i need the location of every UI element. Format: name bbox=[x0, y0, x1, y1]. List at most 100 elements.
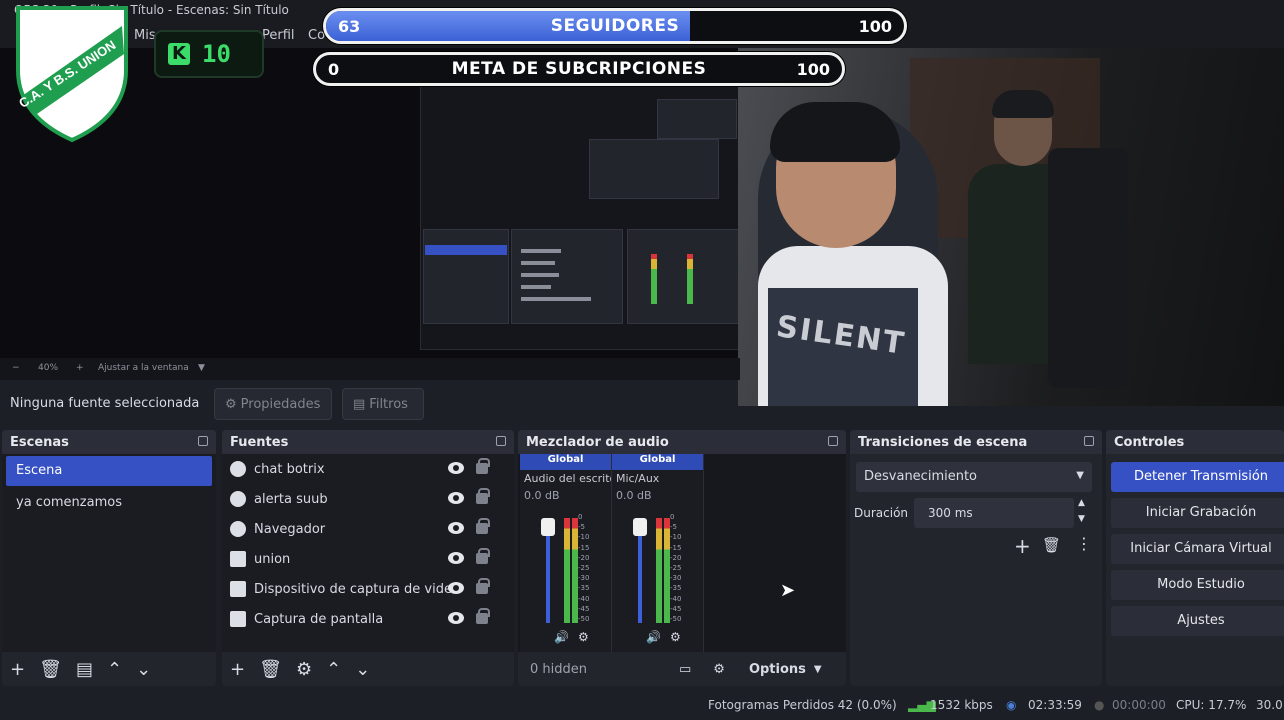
settings-button[interactable]: Ajustes bbox=[1111, 606, 1284, 636]
source-name: alerta suub bbox=[254, 491, 328, 507]
zoom-fit-select[interactable]: Ajustar a la ventana bbox=[98, 363, 189, 373]
lock-icon[interactable] bbox=[476, 488, 490, 504]
scene-item[interactable]: Escena bbox=[6, 456, 212, 486]
channel-db: 0.0 dB bbox=[524, 489, 560, 502]
add-icon[interactable]: + bbox=[10, 659, 25, 680]
lock-icon[interactable] bbox=[476, 518, 490, 534]
status-bar: Fotogramas Perdidos 42 (0.0%) ▂▄▆ 1532 k… bbox=[0, 690, 1284, 720]
menu-item-mis[interactable]: Mis bbox=[134, 28, 156, 43]
undock-icon[interactable] bbox=[828, 436, 838, 446]
mixer-settings-icon[interactable]: ⚙ bbox=[670, 630, 681, 644]
eye-icon[interactable] bbox=[448, 492, 464, 504]
channel-name[interactable]: Mic/Aux bbox=[612, 470, 703, 487]
spin-up-icon[interactable]: ▲ bbox=[1078, 498, 1085, 508]
layout-icon[interactable]: ▭ bbox=[679, 662, 691, 677]
cpu-usage: CPU: 17.7% bbox=[1176, 698, 1247, 712]
source-name: Dispositivo de captura de video bbox=[254, 581, 460, 597]
studio-mode-button[interactable]: Modo Estudio bbox=[1111, 570, 1284, 600]
globe-icon bbox=[230, 521, 246, 537]
globe-icon bbox=[230, 461, 246, 477]
source-item[interactable]: chat botrix bbox=[222, 454, 514, 484]
kick-counter: K 10 bbox=[154, 30, 264, 78]
followers-goal-bar: 63 SEGUIDORES 100 bbox=[323, 8, 907, 44]
eye-icon[interactable] bbox=[448, 582, 464, 594]
duration-value: 300 ms bbox=[928, 506, 973, 520]
spin-down-icon[interactable]: ▼ bbox=[1078, 514, 1085, 524]
sources-dock: Fuentes chat botrix alerta suub Navegado… bbox=[222, 430, 514, 686]
eye-icon[interactable] bbox=[448, 522, 464, 534]
start-virtual-camera-button[interactable]: Iniciar Cámara Virtual bbox=[1111, 534, 1284, 564]
speaker-icon[interactable]: 🔊 bbox=[554, 630, 569, 644]
duration-label: Duración bbox=[854, 506, 909, 520]
move-up-icon[interactable]: ⌃ bbox=[107, 659, 122, 680]
lock-icon[interactable] bbox=[476, 578, 490, 594]
context-bar: Ninguna fuente seleccionada ⚙ Propiedade… bbox=[0, 382, 740, 426]
add-icon[interactable]: + bbox=[1014, 534, 1031, 558]
selected-source-label: Ninguna fuente seleccionada bbox=[10, 396, 200, 411]
duration-input[interactable]: 300 ms bbox=[914, 498, 1074, 528]
source-item[interactable]: Navegador bbox=[222, 514, 514, 544]
mixer-title: Mezclador de audio bbox=[526, 435, 669, 450]
dropped-frames: Fotogramas Perdidos 42 (0.0%) bbox=[708, 698, 897, 712]
record-time: 00:00:00 bbox=[1112, 698, 1166, 712]
properties-button[interactable]: ⚙ Propiedades bbox=[214, 388, 332, 420]
channel-scope: Global bbox=[520, 454, 611, 470]
fader-knob[interactable] bbox=[541, 518, 555, 536]
fps: 30.0 bbox=[1256, 698, 1283, 712]
trash-icon[interactable]: 🗑 bbox=[39, 659, 62, 680]
stream-time: 02:33:59 bbox=[1028, 698, 1082, 712]
chevron-down-icon[interactable]: ▼ bbox=[814, 664, 822, 675]
speaker-icon[interactable]: 🔊 bbox=[646, 630, 661, 644]
add-icon[interactable]: + bbox=[230, 659, 245, 680]
menu-item-perfil[interactable]: Perfil bbox=[262, 28, 295, 43]
source-item[interactable]: Dispositivo de captura de video bbox=[222, 574, 514, 604]
transitions-title: Transiciones de escena bbox=[858, 435, 1028, 450]
level-meter bbox=[656, 518, 662, 623]
volume-fader[interactable] bbox=[633, 518, 647, 623]
chevron-down-icon[interactable]: ▼ bbox=[198, 363, 205, 373]
source-item[interactable]: alerta suub bbox=[222, 484, 514, 514]
source-name: chat botrix bbox=[254, 461, 325, 477]
filters-label: Filtros bbox=[369, 396, 408, 412]
zoom-in-button[interactable]: + bbox=[76, 363, 84, 373]
mixer-settings-icon[interactable]: ⚙ bbox=[578, 630, 589, 644]
monitor-icon bbox=[230, 611, 246, 627]
gear-icon[interactable]: ⚙ bbox=[713, 662, 725, 677]
trash-icon[interactable]: 🗑 bbox=[259, 659, 282, 680]
channel-name[interactable]: Audio del escritorio bbox=[520, 470, 611, 487]
gear-icon[interactable]: ⚙ bbox=[296, 659, 312, 680]
volume-fader[interactable] bbox=[541, 518, 555, 623]
controls-title: Controles bbox=[1114, 435, 1185, 450]
stop-streaming-button[interactable]: Detener Transmisión bbox=[1111, 462, 1284, 492]
more-icon[interactable]: ⋮ bbox=[1076, 534, 1092, 553]
source-item[interactable]: union bbox=[222, 544, 514, 574]
move-down-icon[interactable]: ⌄ bbox=[136, 659, 151, 680]
move-down-icon[interactable]: ⌄ bbox=[355, 659, 370, 680]
person-foreground: SILENT bbox=[758, 102, 948, 406]
transition-select[interactable]: Desvanecimiento ▼ bbox=[856, 462, 1092, 492]
start-recording-button[interactable]: Iniciar Grabación bbox=[1111, 498, 1284, 528]
mixer-channel-mic: Global Mic/Aux 0.0 dB 0 -5 -10 -15 -20 -25 -30… bbox=[612, 454, 704, 652]
trash-icon[interactable]: 🗑 bbox=[1042, 536, 1061, 554]
lock-icon[interactable] bbox=[476, 458, 490, 474]
channel-db: 0.0 dB bbox=[616, 489, 652, 502]
options-button[interactable]: Options bbox=[749, 662, 806, 677]
source-item[interactable]: Captura de pantalla bbox=[222, 604, 514, 634]
fader-knob[interactable] bbox=[633, 518, 647, 536]
eye-icon[interactable] bbox=[448, 462, 464, 474]
move-up-icon[interactable]: ⌃ bbox=[326, 659, 341, 680]
zoom-out-button[interactable]: − bbox=[12, 363, 20, 373]
undock-icon[interactable] bbox=[198, 436, 208, 446]
eye-icon[interactable] bbox=[448, 612, 464, 624]
hidden-count[interactable]: 0 hidden bbox=[530, 662, 587, 677]
eye-icon[interactable] bbox=[448, 552, 464, 564]
undock-icon[interactable] bbox=[496, 436, 506, 446]
menu-item-co[interactable]: Co bbox=[308, 28, 325, 43]
lock-icon[interactable] bbox=[476, 608, 490, 624]
subs-goal-bar: 0 META DE SUBCRIPCIONES 100 bbox=[313, 52, 845, 86]
filter-icon[interactable]: ▤ bbox=[76, 659, 93, 680]
undock-icon[interactable] bbox=[1084, 436, 1094, 446]
scene-item[interactable]: ya comenzamos bbox=[6, 488, 212, 518]
lock-icon[interactable] bbox=[476, 548, 490, 564]
filters-button[interactable]: ▤ Filtros bbox=[342, 388, 424, 420]
